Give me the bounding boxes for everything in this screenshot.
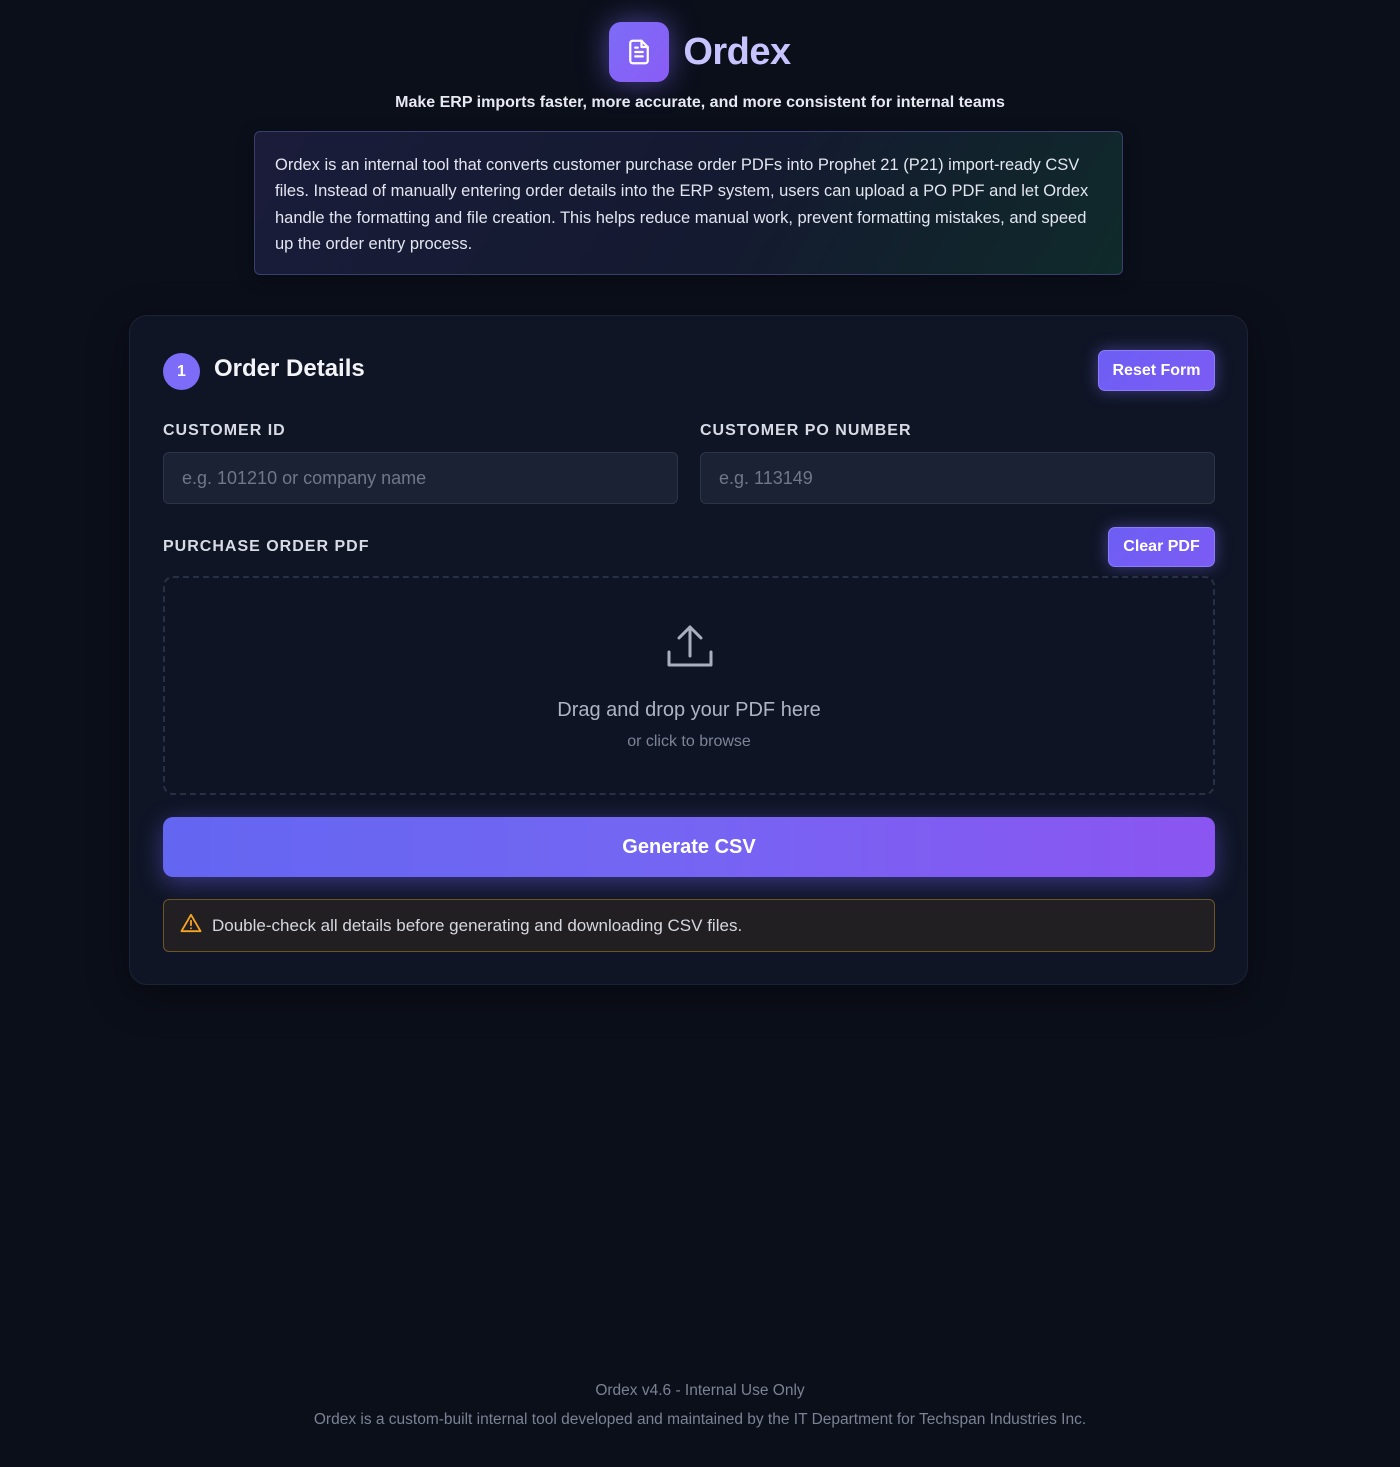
step-badge: 1 [163, 353, 200, 390]
intro-description: Ordex is an internal tool that converts … [254, 131, 1123, 275]
po-number-input[interactable] [700, 452, 1215, 504]
warning-banner: Double-check all details before generati… [163, 899, 1215, 952]
dropzone-title: Drag and drop your PDF here [557, 699, 821, 721]
app-tagline: Make ERP imports faster, more accurate, … [395, 94, 1005, 111]
generate-csv-button[interactable]: Generate CSV [163, 817, 1215, 877]
dropzone-subtitle: or click to browse [627, 733, 751, 750]
po-number-label: CUSTOMER PO NUMBER [700, 422, 912, 439]
customer-id-label: CUSTOMER ID [163, 422, 286, 439]
card-title: Order Details [214, 355, 365, 382]
warning-text: Double-check all details before generati… [212, 915, 743, 935]
reset-form-button[interactable]: Reset Form [1098, 350, 1215, 391]
pdf-label: PURCHASE ORDER PDF [163, 538, 370, 555]
document-icon [609, 22, 670, 82]
app-title: Ordex [683, 30, 791, 73]
brand: Ordex [0, 22, 1400, 82]
pdf-dropzone[interactable]: Drag and drop your PDF here or click to … [163, 576, 1215, 795]
warning-icon [180, 913, 202, 938]
order-details-card: 1 Order Details Reset Form CUSTOMER ID C… [129, 315, 1248, 985]
footer-note: Ordex is a custom-built internal tool de… [313, 1411, 1087, 1428]
clear-pdf-button[interactable]: Clear PDF [1108, 527, 1215, 567]
customer-id-input[interactable] [163, 452, 678, 504]
page: Ordex Make ERP imports faster, more accu… [0, 0, 1400, 1467]
footer-version: Ordex v4.6 - Internal Use Only [595, 1382, 805, 1399]
upload-icon [665, 622, 715, 672]
